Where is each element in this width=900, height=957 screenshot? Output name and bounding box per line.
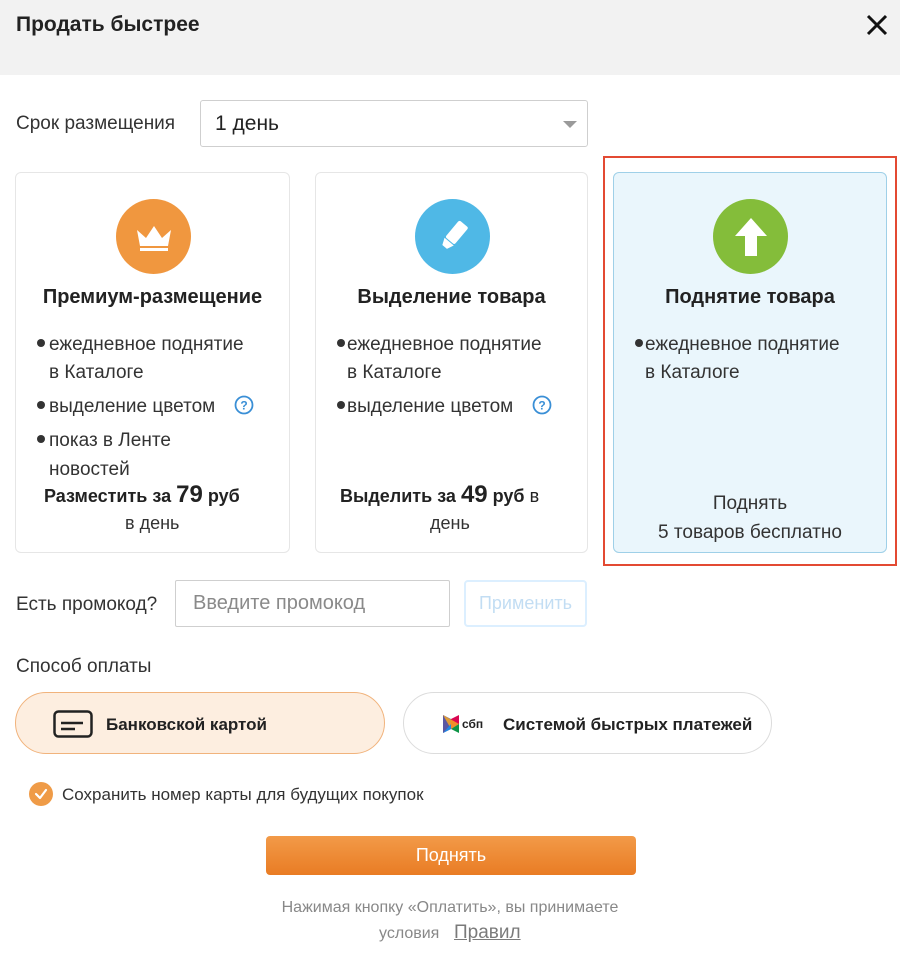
feature-text: выделение цветом <box>347 396 514 417</box>
feature-text: выделение цветом <box>49 396 216 417</box>
plan-card-highlight[interactable]: Выделение товара ежедневное поднятие в К… <box>315 172 588 553</box>
free-offer-line2: 5 товаров бесплатно <box>658 522 842 543</box>
sbp-logo-text: сбп <box>462 717 483 731</box>
terms-text-2: условия <box>379 925 440 942</box>
plan-title: Поднятие товара <box>665 286 835 308</box>
chevron-down-icon <box>563 121 577 128</box>
payment-label: Способ оплаты <box>16 656 152 677</box>
bullet <box>337 339 345 347</box>
save-card-label: Сохранить номер карты для будущих покупо… <box>62 785 424 804</box>
close-icon <box>866 14 888 36</box>
modal-title: Продать быстрее <box>16 13 200 36</box>
price-unit: руб <box>207 486 240 506</box>
close-button[interactable] <box>862 10 892 40</box>
modal-header: Продать быстрее <box>0 0 900 75</box>
price-value: 49 <box>460 481 488 508</box>
pay-option-label: Банковской картой <box>106 715 267 734</box>
per-day: в день <box>125 513 180 533</box>
promo-label: Есть промокод? <box>16 594 158 615</box>
promo-input[interactable] <box>175 580 450 627</box>
term-select[interactable]: 1 день <box>200 100 588 147</box>
price-prefix: Выделить за <box>340 486 456 506</box>
price-line: Разместить за 79 руб <box>44 481 240 509</box>
feature-text: ежедневное поднятие <box>49 334 244 355</box>
help-icon[interactable]: ? <box>532 395 552 415</box>
svg-text:?: ? <box>538 399 545 413</box>
price-line: Выделить за 49 руб в <box>340 481 539 509</box>
term-label: Срок размещения <box>16 113 176 134</box>
sbp-logo: сбп <box>443 715 483 733</box>
help-icon[interactable]: ? <box>234 395 254 415</box>
terms-text: Нажимая кнопку «Оплатить», вы принимаете <box>281 899 619 916</box>
checkmark-icon <box>34 788 48 800</box>
arrow-up-icon <box>713 199 788 274</box>
plan-card-raise[interactable]: Поднятие товара ежедневное поднятие в Ка… <box>613 172 887 553</box>
feature-text: в Каталоге <box>645 362 740 383</box>
feature-text: в Каталоге <box>49 362 144 383</box>
plan-title: Выделение товара <box>357 286 546 308</box>
feature-text: новостей <box>49 459 130 480</box>
price-prefix: Разместить за <box>44 486 172 506</box>
per-day: день <box>430 513 470 533</box>
feature-text: показ в Ленте <box>49 430 171 451</box>
pay-option-label: Системой быстрых платежей <box>503 715 753 734</box>
marker-icon <box>415 199 490 274</box>
term-select-value: 1 день <box>215 112 279 135</box>
feature-text: в Каталоге <box>347 362 442 383</box>
bullet <box>37 401 45 409</box>
price-unit: руб <box>492 486 525 506</box>
bullet <box>37 435 45 443</box>
price-value: 79 <box>176 481 203 508</box>
save-card-checkbox[interactable] <box>29 782 53 806</box>
svg-text:?: ? <box>240 399 247 413</box>
terms-link[interactable]: Правил <box>454 922 521 944</box>
feature-text: ежедневное поднятие <box>645 334 840 355</box>
pay-option-sbp[interactable]: сбп Системой быстрых платежей <box>403 692 772 754</box>
feature-text: ежедневное поднятие <box>347 334 542 355</box>
per-day-part1: в <box>529 486 540 506</box>
plan-title: Премиум-размещение <box>42 286 263 308</box>
bullet <box>37 339 45 347</box>
plan-card-premium[interactable]: Премиум-размещение ежедневное поднятие в… <box>15 172 290 553</box>
submit-button[interactable]: Поднять <box>266 836 636 875</box>
bank-card-icon <box>53 710 93 738</box>
apply-promo-button[interactable]: Применить <box>464 580 587 627</box>
bullet <box>635 339 643 347</box>
bullet <box>337 401 345 409</box>
free-offer-line1: Поднять <box>712 493 788 514</box>
pay-option-bank-card[interactable]: Банковской картой <box>15 692 385 754</box>
crown-icon <box>116 199 191 274</box>
